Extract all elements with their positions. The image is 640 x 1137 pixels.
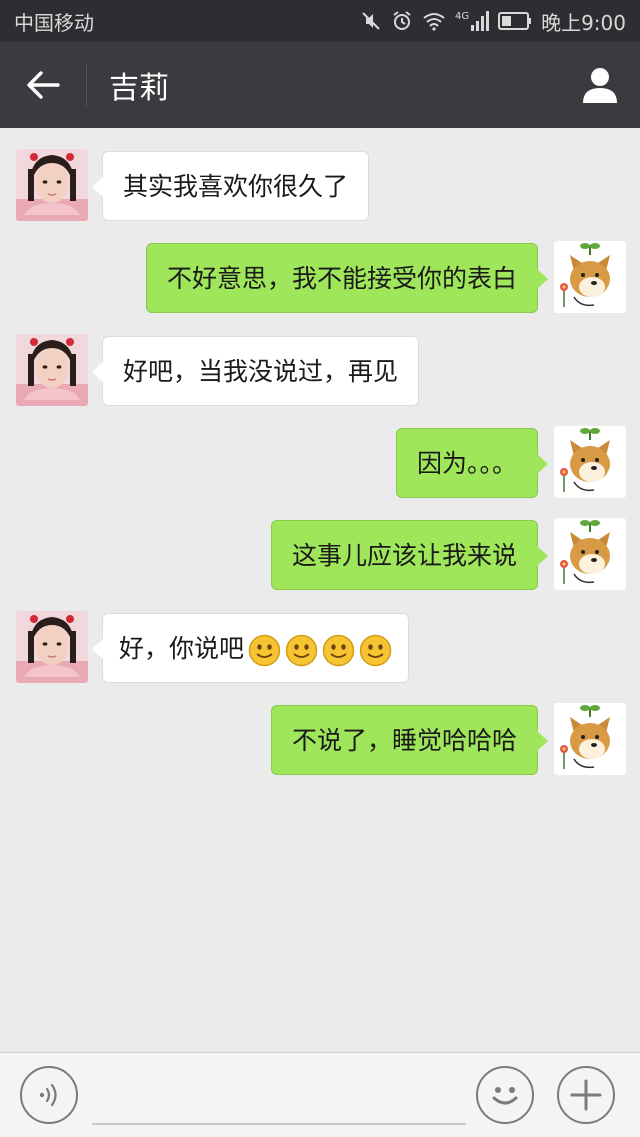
my-avatar[interactable] [554, 241, 626, 313]
more-options-button[interactable] [557, 1066, 615, 1124]
input-bar [0, 1052, 640, 1137]
smile-emoji-icon [248, 634, 281, 666]
girl-avatar-icon [16, 334, 88, 406]
incoming-message-bubble[interactable]: 好吧，当我没说过，再见 [91, 336, 420, 406]
outgoing-message-bubble[interactable]: 因为。。。 [395, 428, 549, 498]
girl-avatar-icon [16, 611, 88, 683]
network-type-label: 4G [454, 11, 470, 22]
message-row: 其实我喜欢你很久了 [0, 149, 640, 223]
incoming-message-bubble[interactable]: 好，你说吧 [91, 613, 410, 683]
voice-icon [39, 1083, 57, 1107]
emoji-button[interactable] [476, 1066, 534, 1124]
emoji-icon [492, 1087, 518, 1105]
message-row: 好，你说吧 [0, 611, 640, 685]
shiba-doge-avatar-icon [554, 426, 626, 498]
message-row: 因为。。。 [0, 426, 640, 500]
status-bar: 中国移动 4G 晚上9:00 [0, 0, 640, 42]
mute-icon [362, 12, 380, 30]
my-avatar[interactable] [554, 426, 626, 498]
message-row: 不好意思，我不能接受你的表白 [0, 241, 640, 315]
back-button[interactable] [0, 42, 86, 128]
message-input[interactable] [92, 1071, 466, 1125]
shiba-doge-avatar-icon [554, 241, 626, 313]
alarm-icon [393, 11, 411, 30]
contact-avatar[interactable] [16, 149, 88, 221]
smile-emoji-icon [285, 634, 318, 666]
back-arrow-icon [27, 71, 60, 99]
my-avatar[interactable] [554, 703, 626, 775]
outgoing-message-bubble[interactable]: 这事儿应该让我来说 [270, 520, 549, 590]
status-icons: 4G 晚上9:00 [360, 7, 626, 36]
message-row: 这事儿应该让我来说 [0, 518, 640, 592]
battery-icon [498, 12, 532, 30]
smile-emoji-icon [322, 634, 355, 666]
signal-icon [471, 11, 490, 31]
carrier-label: 中国移动 [14, 10, 94, 35]
message-text: 好，你说吧 [119, 634, 245, 663]
shiba-doge-avatar-icon [554, 518, 626, 590]
outgoing-message-bubble[interactable]: 不说了，睡觉哈哈哈 [270, 705, 549, 775]
contact-avatar[interactable] [16, 334, 88, 406]
contact-avatar[interactable] [16, 611, 88, 683]
plus-icon [570, 1079, 602, 1111]
outgoing-message-bubble[interactable]: 不好意思，我不能接受你的表白 [145, 243, 549, 313]
person-icon [583, 68, 617, 103]
message-list[interactable]: 其实我喜欢你很久了 不好意思，我不能接受你的表白 好吧，当我没说过，再见 因为。… [0, 128, 640, 1052]
wifi-icon [423, 13, 445, 31]
profile-button[interactable] [560, 42, 640, 128]
girl-avatar-icon [16, 149, 88, 221]
chat-title: 吉莉 [109, 71, 169, 106]
voice-button[interactable] [20, 1066, 78, 1124]
smile-emoji-icon [359, 634, 392, 666]
shiba-doge-avatar-icon [554, 703, 626, 775]
incoming-message-bubble[interactable]: 其实我喜欢你很久了 [91, 151, 370, 221]
clock-label: 晚上9:00 [541, 10, 626, 35]
my-avatar[interactable] [554, 518, 626, 590]
chat-header: 吉莉 [0, 42, 640, 128]
header-divider [86, 63, 87, 107]
emoji-group [248, 634, 392, 667]
message-row: 不说了，睡觉哈哈哈 [0, 703, 640, 777]
message-row: 好吧，当我没说过，再见 [0, 334, 640, 408]
